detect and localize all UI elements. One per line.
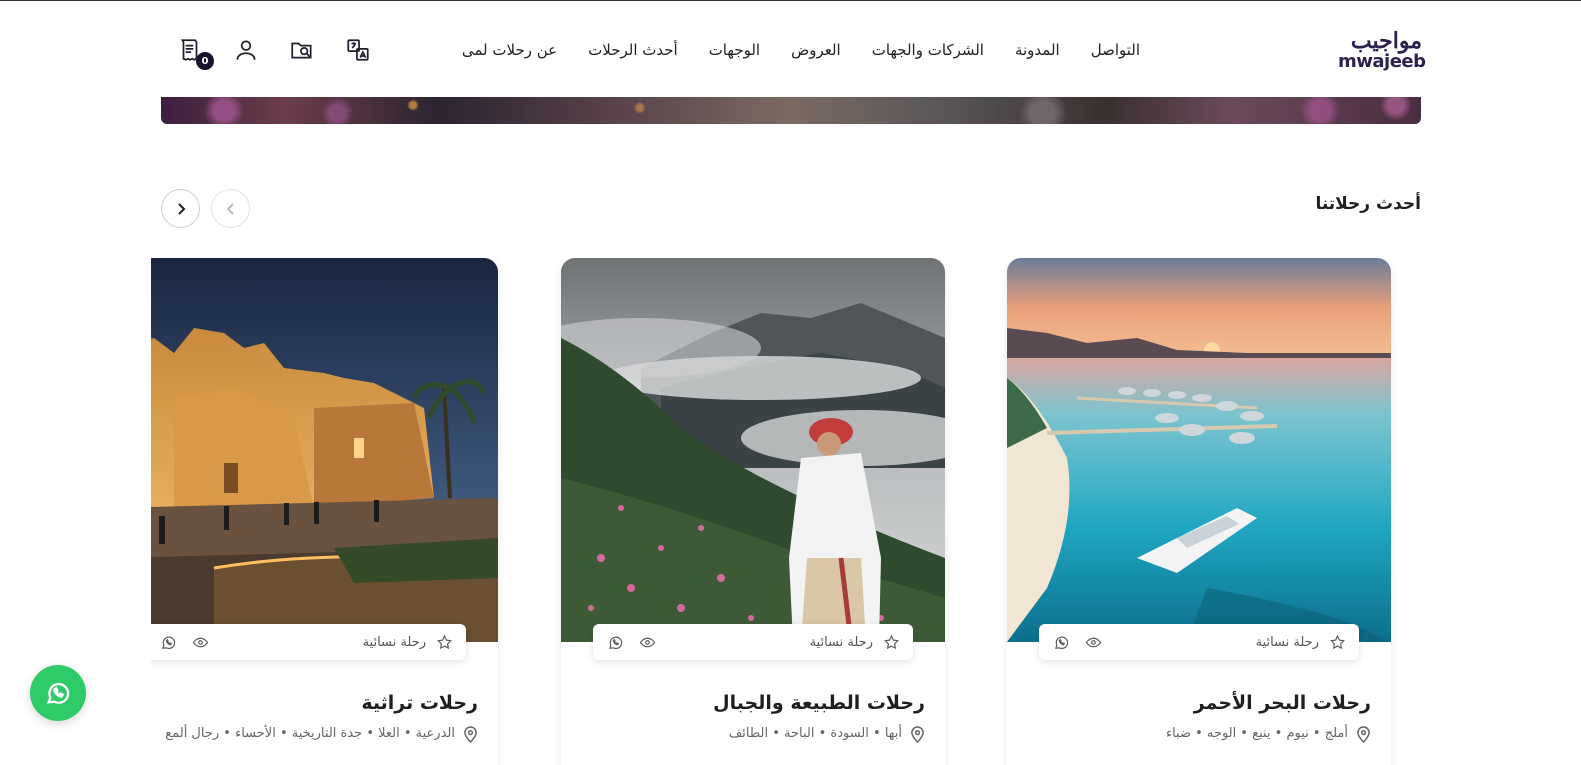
trip-locations-text: أملج • نيوم • ينبع • الوجه • ضباء	[1165, 726, 1348, 741]
search-icon[interactable]	[288, 36, 316, 64]
trip-image-heritage	[151, 258, 498, 642]
nav-item-companies[interactable]: الشركات والجهات	[872, 38, 984, 62]
nav-item-about[interactable]: عن رحلات لمى	[462, 38, 557, 62]
nav-item-destinations[interactable]: الوجهات	[709, 38, 760, 62]
nav-item-contact[interactable]: التواصل	[1091, 38, 1140, 62]
nav-item-latest-trips[interactable]: أحدث الرحلات	[588, 38, 678, 62]
hero-banner-image	[161, 97, 1421, 124]
trip-title[interactable]: رحلات الطبيعة والجبال	[713, 692, 925, 714]
trip-tag-bar: رحلة نسائية	[593, 624, 913, 660]
trip-image-mountains	[561, 258, 945, 642]
eye-icon[interactable]	[1083, 632, 1103, 652]
trip-title[interactable]: رحلات البحر الأحمر	[1194, 692, 1371, 714]
trip-locations: الدرعية • العلا • جدة التاريخية • الأحسا…	[151, 724, 478, 744]
whatsapp-float-button[interactable]	[30, 665, 86, 721]
trip-card[interactable]: رحلة نسائية رحلات الطبيعة والجبال أبها •…	[561, 258, 945, 765]
star-icon[interactable]	[1327, 632, 1347, 652]
brand-name-ar: مواجيب	[1350, 28, 1422, 54]
nav-item-blog[interactable]: المدونة	[1015, 38, 1060, 62]
trip-card[interactable]: رحلة نسائية رحلات تراثية الدرعية • العلا…	[151, 258, 498, 765]
whatsapp-icon[interactable]	[1051, 632, 1071, 652]
main-nav: عن رحلات لمى أحدث الرحلات الوجهات العروض…	[462, 38, 1140, 62]
trip-card[interactable]: رحلة نسائية رحلات البحر الأحمر أملج • ني…	[1007, 258, 1391, 765]
trip-locations: أملج • نيوم • ينبع • الوجه • ضباء	[1041, 724, 1371, 744]
carousel-next-button[interactable]	[161, 189, 200, 228]
eye-icon[interactable]	[190, 632, 210, 652]
trip-locations-text: الدرعية • العلا • جدة التاريخية • الأحسا…	[165, 726, 455, 741]
site-header: مواجيب mwajeeb عن رحلات لمى أحدث الرحلات…	[0, 0, 1581, 97]
trip-tag: رحلة نسائية	[810, 632, 901, 652]
eye-icon[interactable]	[637, 632, 657, 652]
section-title: أحدث رحلاتنا	[1315, 194, 1421, 214]
location-pin-icon	[464, 726, 477, 743]
brand-name-en: mwajeeb	[1338, 51, 1426, 72]
trip-locations-text: أبها • السودة • الباحة • الطائف	[728, 726, 902, 741]
cart-count-badge: 0	[196, 52, 214, 70]
location-pin-icon	[911, 726, 924, 743]
whatsapp-icon[interactable]	[605, 632, 625, 652]
trip-tag-label: رحلة نسائية	[809, 634, 873, 650]
trip-title[interactable]: رحلات تراثية	[361, 692, 478, 714]
star-icon[interactable]	[881, 632, 901, 652]
header-icons: 0	[176, 36, 372, 70]
star-icon[interactable]	[434, 632, 454, 652]
whatsapp-icon[interactable]	[158, 632, 178, 652]
carousel-prev-button[interactable]	[211, 189, 250, 228]
translate-icon[interactable]	[344, 36, 372, 64]
trip-tag: رحلة نسائية	[1256, 632, 1347, 652]
trip-tag-label: رحلة نسائية	[362, 634, 426, 650]
trip-tag-bar: رحلة نسائية	[1039, 624, 1359, 660]
chevron-right-icon	[177, 202, 185, 215]
chevron-left-icon	[226, 202, 234, 215]
user-icon[interactable]	[232, 36, 260, 64]
cart-icon[interactable]: 0	[176, 36, 214, 70]
trip-tag: رحلة نسائية	[363, 632, 454, 652]
location-pin-icon	[1357, 726, 1370, 743]
trip-locations: أبها • السودة • الباحة • الطائف	[595, 724, 925, 744]
brand-logo[interactable]: مواجيب mwajeeb	[1338, 28, 1426, 74]
nav-item-offers[interactable]: العروض	[791, 38, 841, 62]
trip-image-red-sea	[1007, 258, 1391, 642]
trip-tag-bar: رحلة نسائية	[151, 624, 466, 660]
whatsapp-icon	[46, 682, 70, 704]
trips-carousel: رحلة نسائية رحلات البحر الأحمر أملج • ني…	[151, 258, 1451, 765]
trip-tag-label: رحلة نسائية	[1255, 634, 1319, 650]
